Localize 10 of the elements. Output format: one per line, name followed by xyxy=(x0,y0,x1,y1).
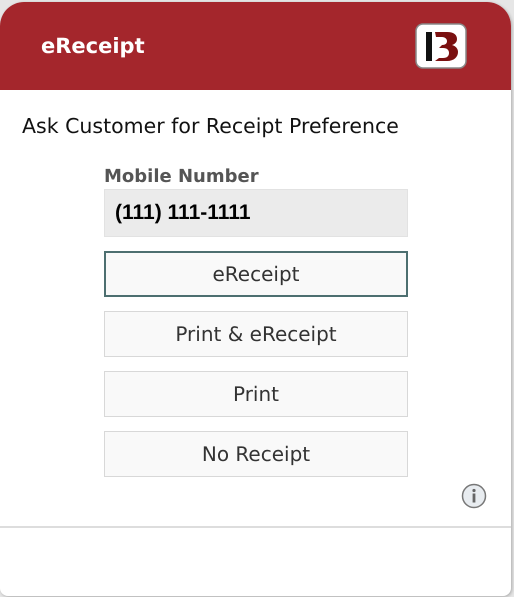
prompt-text: Ask Customer for Receipt Preference xyxy=(22,114,400,138)
option-button[interactable]: No Receipt xyxy=(104,431,408,477)
field-label: Mobile Number xyxy=(104,166,260,187)
logo-icon xyxy=(415,23,467,69)
option-button[interactable]: eReceipt xyxy=(104,251,408,297)
mobile-number-field[interactable]: (111) 111-1111 xyxy=(104,189,408,237)
info-icon[interactable] xyxy=(461,483,487,509)
dialog-title: eReceipt xyxy=(41,34,145,58)
option-button[interactable]: Print & eReceipt xyxy=(104,311,408,357)
option-button[interactable]: Print xyxy=(104,371,408,417)
